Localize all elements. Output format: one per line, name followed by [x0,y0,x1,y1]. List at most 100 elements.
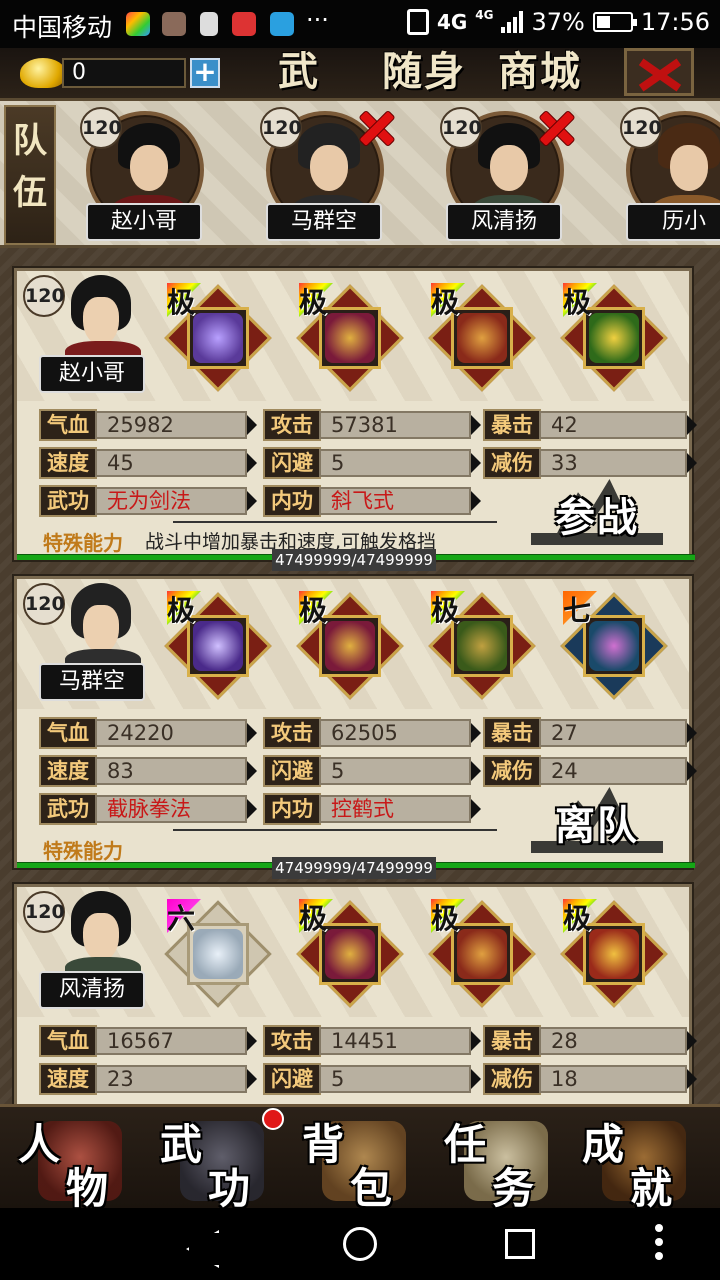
top-bar: 0 + 武 随身 商城 [0,48,720,98]
nav-character[interactable]: 人 物 [14,1111,144,1213]
nav-quests[interactable]: 任 务 [440,1111,570,1213]
team-label-char-1: 队 [13,121,47,161]
leave-team-button[interactable]: 离队 [531,787,663,857]
stat-label: 暴击 [483,1025,541,1057]
stat-label: 武功 [39,793,97,825]
tab-carry[interactable]: 随身 [382,48,478,98]
equip-grade: 极 [563,286,592,319]
vibrate-icon [406,9,429,35]
stat-label: 速度 [39,755,97,787]
boots-icon [457,313,507,363]
equip-slot-armor[interactable]: 极 [296,899,404,1008]
stat-label: 内功 [263,485,321,517]
equip-slot-accessory[interactable]: 七 [560,591,668,700]
boots-icon [457,621,507,671]
team-member[interactable]: 120 风清扬 [440,107,570,243]
team-member[interactable]: 120 赵小哥 [80,107,210,243]
stat-label: 气血 [39,1025,97,1057]
gold-amount: 0 [62,58,186,88]
add-gold-button[interactable]: + [190,58,220,88]
overflow-menu-icon[interactable] [655,1224,663,1264]
nav-label: 成 [582,1120,625,1169]
signal-icon [501,11,524,33]
stat-value: 25982 [95,411,247,439]
stat-label: 减伤 [483,1063,541,1095]
token-icon [589,929,639,979]
equip-slot-boots[interactable]: 极 [428,283,536,392]
remove-member-icon[interactable] [356,107,396,147]
equip-slot-accessory[interactable]: 极 [560,899,668,1008]
inner-skill-value: 斜飞式 [319,487,471,515]
recent-apps-icon[interactable] [505,1229,535,1259]
stat-label: 暴击 [483,409,541,441]
tab-martial[interactable]: 武 [278,48,338,98]
clock: 17:56 [640,8,710,36]
nav-label: 物 [66,1164,109,1213]
gold-ingot-icon [20,58,66,88]
nav-label: 人 [18,1120,61,1169]
equip-slot-accessory[interactable]: 极 [560,283,668,392]
stat-value: 18 [539,1065,687,1093]
stat-value: 5 [319,757,471,785]
message-notification-icon [270,12,294,36]
remove-member-icon[interactable] [536,107,576,147]
more-notifications-icon: ··· [306,6,329,34]
nav-backpack[interactable]: 背 包 [298,1111,428,1213]
stat-value: 28 [539,1027,687,1055]
stat-label: 气血 [39,717,97,749]
armor-icon [325,929,375,979]
equip-grade: 极 [563,902,592,935]
special-ability-label: 特殊能力 [43,839,123,863]
nav-label: 功 [208,1164,251,1213]
equip-grade: 极 [167,286,196,319]
stat-label: 速度 [39,1063,97,1095]
nav-label: 就 [630,1164,673,1213]
network-type: 4G [436,10,468,34]
equip-slot-armor[interactable]: 极 [296,591,404,700]
stat-value: 23 [95,1065,247,1093]
join-battle-label: 参战 [555,494,639,541]
member-level-badge: 120 [260,107,302,149]
martial-skill-value: 截脉拳法 [95,795,247,823]
file-notification-icon [200,12,218,36]
leave-team-label: 离队 [555,802,639,849]
member-level-badge: 120 [620,107,662,149]
equip-slot-boots[interactable]: 极 [428,591,536,700]
equip-slot-boots[interactable]: 极 [428,899,536,1008]
equip-slot-weapon[interactable]: 极 [164,591,272,700]
stat-label: 闪避 [263,755,321,787]
equip-grade: 六 [167,902,196,935]
boots-icon [457,929,507,979]
hero-roster[interactable]: 120 赵小哥 极 极 极 极 气血 25982 攻击 57381 暴击 42 速度 4… [0,248,720,1104]
member-name: 历小 [626,203,720,241]
carrier-name: 中国移动 [12,13,113,42]
equip-slot-weapon[interactable]: 六 [164,899,272,1008]
stat-label: 武功 [39,485,97,517]
team-member[interactable]: 120 历小 [620,107,720,243]
equip-slot-armor[interactable]: 极 [296,283,404,392]
stat-label: 减伤 [483,755,541,787]
close-button[interactable] [624,48,694,96]
equip-grade: 极 [299,902,328,935]
stat-label: 减伤 [483,447,541,479]
stat-value: 33 [539,449,687,477]
member-name: 赵小哥 [86,203,202,241]
member-level-badge: 120 [440,107,482,149]
stat-value: 27 [539,719,687,747]
tab-shop[interactable]: 商城 [498,48,594,98]
stat-label: 攻击 [263,1025,321,1057]
nav-label: 任 [444,1120,487,1169]
avatar-notification-icon [162,12,186,36]
team-label-char-2: 伍 [13,173,47,213]
home-icon[interactable] [343,1227,377,1261]
nav-achievements[interactable]: 成 就 [578,1111,708,1213]
stat-label: 闪避 [263,1063,321,1095]
system-nav-bar [0,1208,720,1280]
member-name: 风清扬 [446,203,562,241]
martial-skill-value: 无为剑法 [95,487,247,515]
team-member[interactable]: 120 马群空 [260,107,390,243]
equip-slot-weapon[interactable]: 极 [164,283,272,392]
back-icon[interactable] [186,1230,212,1262]
join-battle-button[interactable]: 参战 [531,479,663,549]
stat-value: 14451 [319,1027,471,1055]
